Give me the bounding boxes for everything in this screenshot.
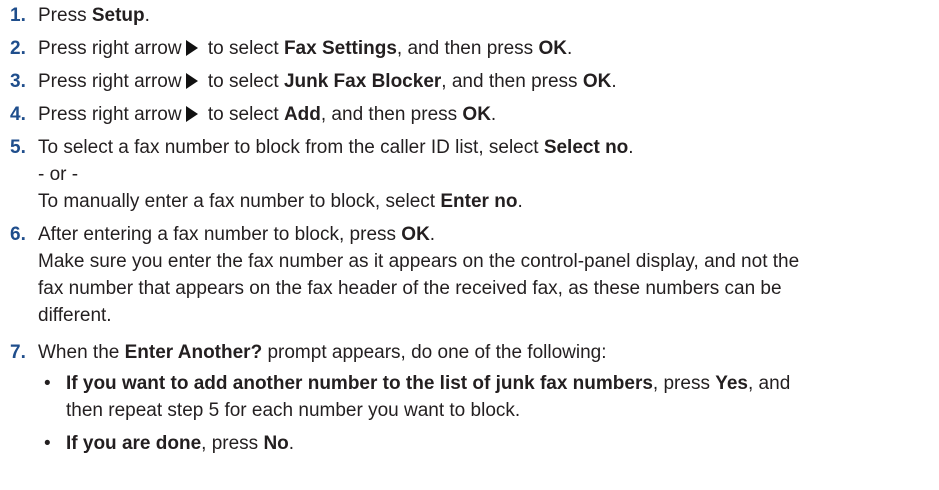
step-7: 7. When the Enter Another? prompt appear…	[10, 339, 929, 463]
step-3: 3. Press right arrow to select Junk Fax …	[10, 68, 929, 95]
step-text: To select a fax number to block from the…	[38, 137, 634, 158]
step-text: Press Setup.	[38, 5, 150, 26]
step-note: Make sure you enter the fax number as it…	[38, 251, 800, 326]
bullet-list: • If you want to add another number to t…	[38, 370, 929, 457]
bullet-icon: •	[44, 433, 51, 454]
step-number: 4.	[10, 104, 26, 125]
bullet-icon: •	[44, 373, 51, 394]
step-5: 5. To select a fax number to block from …	[10, 134, 929, 215]
step-1: 1. Press Setup.	[10, 2, 929, 29]
step-text-alt: To manually enter a fax number to block,…	[38, 191, 523, 212]
list-item: • If you want to add another number to t…	[38, 370, 929, 424]
step-2: 2. Press right arrow to select Fax Setti…	[10, 35, 929, 62]
step-number: 5.	[10, 137, 26, 158]
step-text: Press right arrow to select Add, and the…	[38, 104, 497, 125]
step-4: 4. Press right arrow to select Add, and …	[10, 101, 929, 128]
step-number: 6.	[10, 224, 26, 245]
right-arrow-icon	[185, 106, 198, 122]
step-number: 2.	[10, 38, 26, 59]
or-separator: - or -	[38, 164, 79, 185]
step-text: Press right arrow to select Junk Fax Blo…	[38, 71, 617, 92]
step-number: 3.	[10, 71, 26, 92]
step-text: Press right arrow to select Fax Settings…	[38, 38, 573, 59]
step-number: 1.	[10, 5, 26, 26]
right-arrow-icon	[185, 73, 198, 89]
step-text: After entering a fax number to block, pr…	[38, 224, 436, 245]
step-6: 6. After entering a fax number to block,…	[10, 221, 929, 329]
right-arrow-icon	[185, 40, 198, 56]
step-text: When the Enter Another? prompt appears, …	[38, 342, 607, 363]
setup-button-label: Setup	[91, 5, 145, 26]
step-number: 7.	[10, 342, 26, 363]
list-item: • If you are done, press No.	[38, 430, 929, 457]
